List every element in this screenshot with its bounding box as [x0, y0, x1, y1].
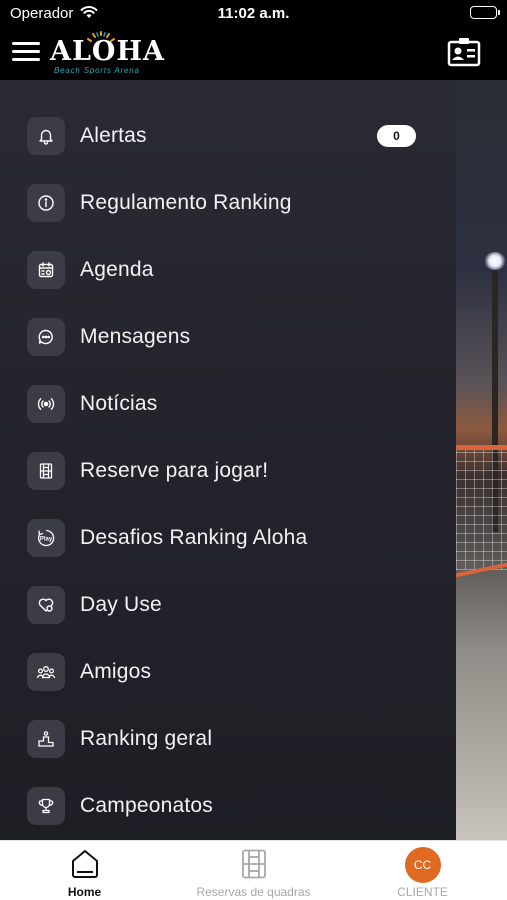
tab-label: Reservas de quadras [196, 885, 311, 899]
tab-cliente[interactable]: CC CLIENTE [338, 841, 507, 900]
menu-item-label: Day Use [80, 593, 162, 616]
background-photo[interactable] [456, 80, 507, 840]
menu-item-label: Ranking geral [80, 727, 213, 750]
menu-item-alertas[interactable]: Alertas 0 [0, 107, 456, 165]
status-time: 11:02 a.m. [217, 5, 290, 22]
menu-item-label: Alertas [80, 124, 147, 147]
menu-item-mensagens[interactable]: Mensagens [0, 308, 456, 366]
calendar-icon [27, 251, 65, 289]
menu-item-label: Amigos [80, 660, 152, 683]
tab-reservas-de-quadras[interactable]: Reservas de quadras [169, 841, 338, 900]
heart-icon [27, 586, 65, 624]
menu-item-label: Agenda [80, 258, 154, 281]
menu-item-label: Notícias [80, 392, 158, 415]
stadium-light [484, 252, 506, 270]
volleyball-net [456, 450, 507, 570]
menu-item-campeonatos[interactable]: Campeonatos [0, 777, 456, 835]
alerts-count-badge: 0 [377, 125, 416, 147]
status-bar: Operador 11:02 a.m. [0, 0, 507, 28]
menu-item-label: Regulamento Ranking [80, 191, 292, 214]
home-icon [71, 849, 99, 884]
bottom-tab-bar: Home Reservas de quadras CC CLIENTE [0, 840, 507, 900]
app-header: ALOHA Beach Sports Arena [0, 28, 507, 80]
aloha-logo: ALOHA Beach Sports Arena [50, 30, 164, 78]
menu-item-day-use[interactable]: Day Use [0, 576, 456, 634]
menu-item-label: Reserve para jogar! [80, 459, 269, 482]
menu-icon[interactable] [12, 39, 42, 63]
chat-icon [27, 318, 65, 356]
friends-icon [27, 653, 65, 691]
menu-item-reserve-para-jogar[interactable]: Reserve para jogar! [0, 442, 456, 500]
menu-item-amigos[interactable]: Amigos [0, 643, 456, 701]
court-icon [241, 849, 267, 884]
svg-text:Play: Play [40, 537, 53, 543]
menu-item-label: Desafios Ranking Aloha [80, 526, 308, 549]
court-icon [27, 452, 65, 490]
broadcast-icon [27, 385, 65, 423]
play-icon: Play [27, 519, 65, 557]
logo-wordmark: ALOHA [50, 36, 165, 67]
menu-item-agenda[interactable]: Agenda [0, 241, 456, 299]
podium-icon [27, 720, 65, 758]
menu-item-desafios-ranking-aloha[interactable]: Play Desafios Ranking Aloha [0, 509, 456, 567]
logo-subtitle: Beach Sports Arena [54, 66, 140, 75]
menu-item-noticias[interactable]: Notícias [0, 375, 456, 433]
menu-item-regulamento-ranking[interactable]: Regulamento Ranking [0, 174, 456, 232]
menu-item-label: Mensagens [80, 325, 191, 348]
avatar: CC [404, 847, 441, 883]
trophy-icon [27, 787, 65, 825]
bell-icon [27, 117, 65, 155]
contact-card-icon[interactable] [447, 37, 481, 72]
menu-item-label: Campeonatos [80, 794, 213, 817]
side-drawer: Alertas 0 Regulamento Ranking Agenda Men… [0, 80, 456, 840]
battery-icon [470, 6, 500, 19]
info-icon [27, 184, 65, 222]
tab-home[interactable]: Home [0, 841, 169, 900]
tab-label: CLIENTE [397, 885, 448, 899]
tab-label: Home [67, 885, 102, 899]
menu-item-ranking-geral[interactable]: Ranking geral [0, 710, 456, 768]
